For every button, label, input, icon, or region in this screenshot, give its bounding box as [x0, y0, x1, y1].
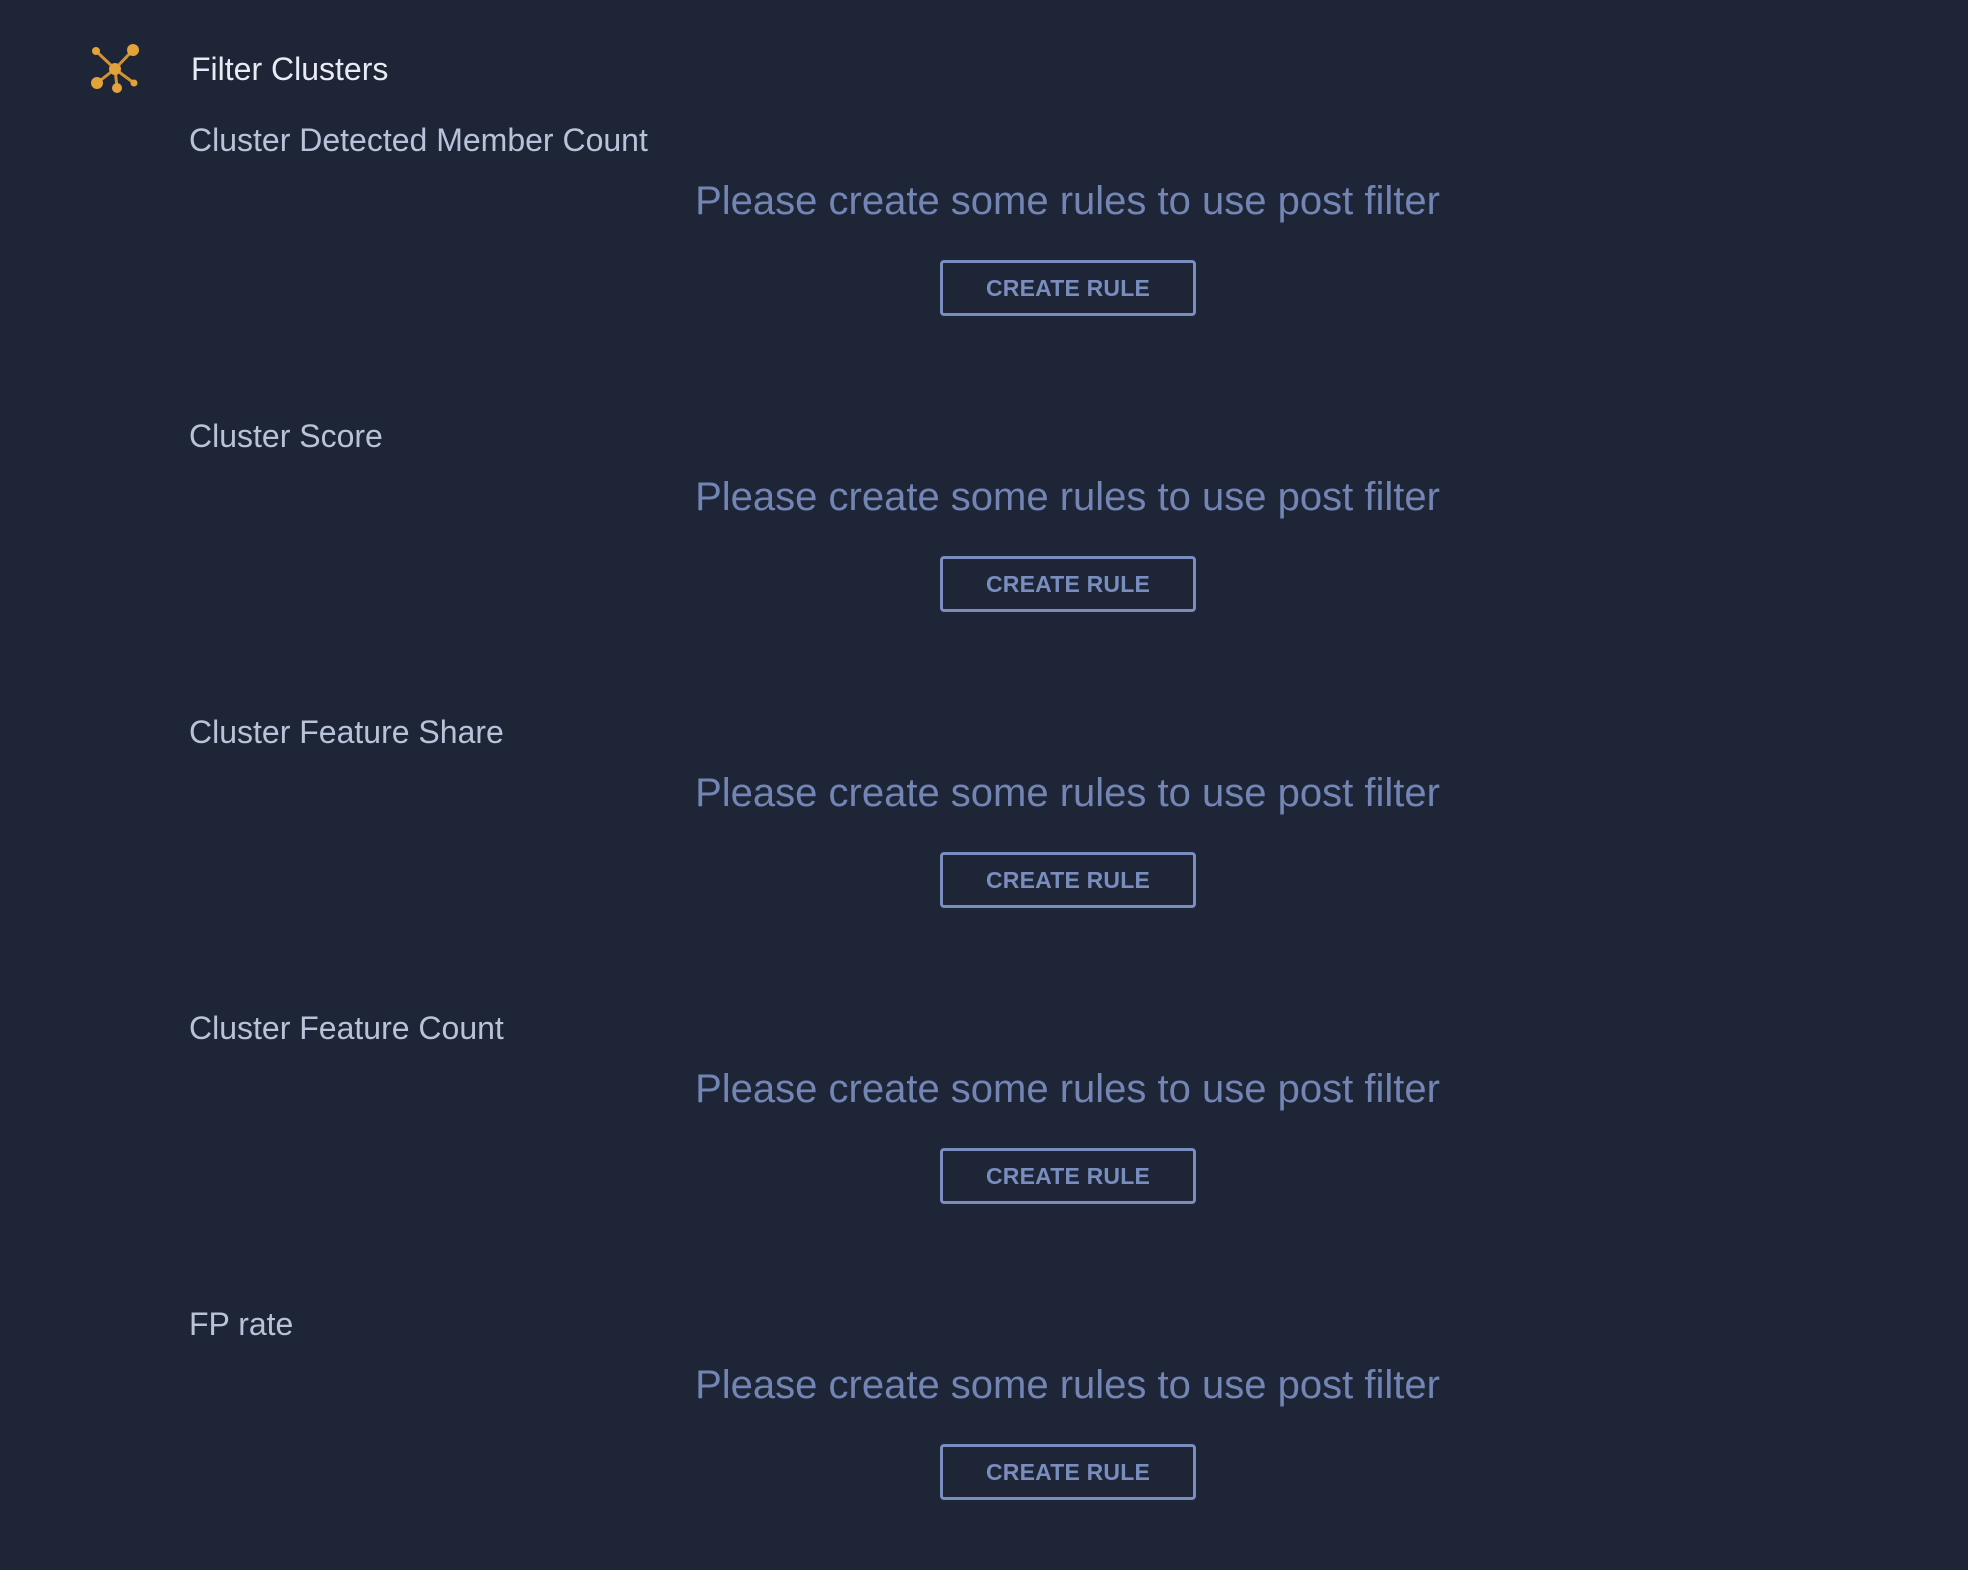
create-rule-button[interactable]: CREATE RULE — [940, 556, 1196, 612]
panel-header — [88, 42, 142, 96]
section-title: Cluster Feature Count — [189, 1010, 504, 1046]
filter-section-cluster-feature-count: Cluster Feature Count Please create some… — [0, 1007, 1968, 1303]
create-rule-button[interactable]: CREATE RULE — [940, 852, 1196, 908]
filter-clusters-panel: Filter Clusters Cluster Detected Member … — [0, 0, 1968, 1570]
empty-state-message: Please create some rules to use post fil… — [695, 1067, 1440, 1111]
section-title: FP rate — [189, 1306, 294, 1342]
filter-section-cluster-score: Cluster Score Please create some rules t… — [0, 415, 1968, 711]
create-rule-button[interactable]: CREATE RULE — [940, 260, 1196, 316]
filter-section-cluster-feature-share: Cluster Feature Share Please create some… — [0, 711, 1968, 1007]
section-title: Cluster Score — [189, 418, 383, 454]
empty-state-message: Please create some rules to use post fil… — [695, 1363, 1440, 1407]
section-title: Cluster Detected Member Count — [189, 122, 648, 158]
filter-section-cluster-detected-member-count: Cluster Detected Member Count Please cre… — [0, 119, 1968, 415]
empty-state-message: Please create some rules to use post fil… — [695, 179, 1440, 223]
empty-state-message: Please create some rules to use post fil… — [695, 475, 1440, 519]
page-title: Filter Clusters — [191, 51, 389, 87]
section-title: Cluster Feature Share — [189, 714, 504, 750]
create-rule-button[interactable]: CREATE RULE — [940, 1148, 1196, 1204]
empty-state-message: Please create some rules to use post fil… — [695, 771, 1440, 815]
create-rule-button[interactable]: CREATE RULE — [940, 1444, 1196, 1500]
cluster-network-icon — [91, 44, 139, 93]
filter-section-fp-rate: FP rate Please create some rules to use … — [0, 1303, 1968, 1570]
